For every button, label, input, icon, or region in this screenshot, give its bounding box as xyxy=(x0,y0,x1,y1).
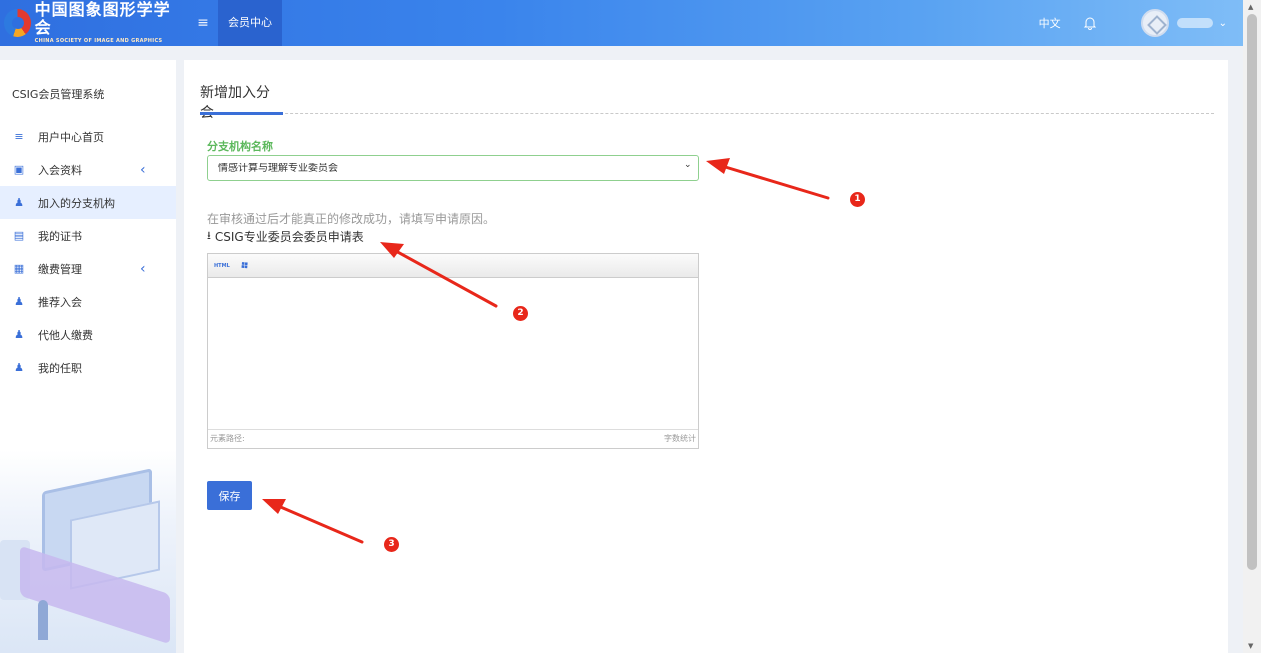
editor-toolbar: HTML ❖ xyxy=(208,254,698,278)
editor-body[interactable] xyxy=(208,278,698,430)
users-icon: ♟ xyxy=(14,196,24,209)
language-switch[interactable]: 中文 xyxy=(1039,15,1061,31)
menu-toggle-icon[interactable]: ≡ xyxy=(192,15,214,31)
logo-name-en: CHINA SOCIETY OF IMAGE AND GRAPHICS xyxy=(34,38,163,44)
sidebar-item-joined-branches[interactable]: ♟ 加入的分支机构 xyxy=(0,186,176,219)
annotation-badge-3: 3 xyxy=(384,537,399,552)
download-form-label: CSIG专业委员会委员申请表 xyxy=(214,230,364,244)
sidebar-item-label: 入会资料 xyxy=(38,163,82,177)
branch-name-label: 分支机构名称 xyxy=(207,140,273,153)
sidebar-item-label: 代他人缴费 xyxy=(38,328,93,342)
sidebar-item-label: 我的证书 xyxy=(38,229,82,243)
chevron-left-icon[interactable]: ‹ xyxy=(140,261,146,277)
logo-text: 中国图象图形学学会 CHINA SOCIETY OF IMAGE AND GRA… xyxy=(35,1,180,45)
users-icon: ♟ xyxy=(14,361,24,374)
sidebar-item-pay-for-others[interactable]: ♟ 代他人缴费 xyxy=(0,318,176,351)
scroll-thumb[interactable] xyxy=(1247,14,1257,570)
sidebar-item-label: 缴费管理 xyxy=(38,262,82,276)
reason-editor[interactable]: HTML ❖ 元素路径: 字数统计 xyxy=(207,253,699,449)
tab-add-branch[interactable]: 新增加入分会 xyxy=(200,82,283,121)
scroll-down-icon[interactable]: ▼ xyxy=(1248,642,1253,650)
annotation-badge-2: 2 xyxy=(513,306,528,321)
save-button[interactable]: 保存 xyxy=(207,481,252,510)
logo-name-cn: 中国图象图形学学会 xyxy=(34,0,171,37)
sidebar-item-label: 推荐入会 xyxy=(38,295,82,309)
review-note: 在审核通过后才能真正的修改成功，请填写申请原因。 xyxy=(207,212,496,226)
word-count[interactable]: 字数统计 xyxy=(664,430,696,448)
editor-status-bar: 元素路径: 字数统计 xyxy=(208,430,698,448)
sidebar-item-recommend[interactable]: ♟ 推荐入会 xyxy=(0,285,176,318)
chevron-left-icon[interactable]: ‹ xyxy=(140,162,146,178)
users-icon: ♟ xyxy=(14,295,24,308)
annotation-badge-1: 1 xyxy=(850,192,865,207)
page-scrollbar[interactable]: ▲ ▼ xyxy=(1243,0,1261,653)
profile-icon: ▣ xyxy=(13,163,25,176)
avatar[interactable] xyxy=(1140,9,1169,37)
sidebar-item-user-home[interactable]: ≡ 用户中心首页 xyxy=(0,120,176,153)
sidebar-item-payments[interactable]: ▦ 缴费管理 ‹ xyxy=(0,252,176,285)
sidebar-item-label: 用户中心首页 xyxy=(38,130,104,144)
illustration-person xyxy=(38,600,48,640)
users-icon: ♟ xyxy=(14,328,24,341)
logo-mark-icon xyxy=(4,9,31,37)
attachment-icon[interactable]: ❖ xyxy=(237,257,253,273)
tab-bar: 新增加入分会 xyxy=(200,60,1214,121)
sidebar-item-label: 我的任职 xyxy=(38,361,82,375)
sidebar-item-label: 加入的分支机构 xyxy=(38,196,115,210)
download-form-link[interactable]: ⭳ CSIG专业委员会委员申请表 xyxy=(207,227,364,246)
scroll-up-icon[interactable]: ▲ xyxy=(1248,3,1253,11)
chevron-down-icon[interactable]: ⌄ xyxy=(1219,18,1227,29)
main-panel: 新增加入分会 分支机构名称 情感计算与理解专业委员会 ⌄ 在审核通过后才能真正的… xyxy=(184,60,1228,653)
sidebar-illustration xyxy=(0,450,176,653)
element-path: 元素路径: xyxy=(210,434,245,443)
sidebar-item-membership-info[interactable]: ▣ 入会资料 ‹ xyxy=(0,153,176,186)
branch-select[interactable]: 情感计算与理解专业委员会 xyxy=(207,155,699,181)
username-blurred[interactable] xyxy=(1176,18,1213,28)
logo[interactable]: 中国图象图形学学会 CHINA SOCIETY OF IMAGE AND GRA… xyxy=(0,1,180,45)
payment-icon: ▦ xyxy=(13,262,25,275)
html-source-button[interactable]: HTML xyxy=(214,263,230,269)
document-icon: ▤ xyxy=(13,229,25,242)
sidebar-item-my-positions[interactable]: ♟ 我的任职 xyxy=(0,351,176,384)
nav-member-center[interactable]: 会员中心 xyxy=(218,0,282,46)
sidebar: CSIG会员管理系统 ≡ 用户中心首页 ▣ 入会资料 ‹ ♟ 加入的分支机构 ▤… xyxy=(0,60,176,653)
sidebar-title: CSIG会员管理系统 xyxy=(12,88,105,101)
sidebar-item-certificates[interactable]: ▤ 我的证书 xyxy=(0,219,176,252)
header-right: 中文 ⌄ xyxy=(1039,0,1243,46)
list-icon: ≡ xyxy=(14,130,24,143)
top-header: 中国图象图形学学会 CHINA SOCIETY OF IMAGE AND GRA… xyxy=(0,0,1243,46)
bell-icon[interactable] xyxy=(1083,16,1097,30)
download-icon: ⭳ xyxy=(207,229,211,242)
